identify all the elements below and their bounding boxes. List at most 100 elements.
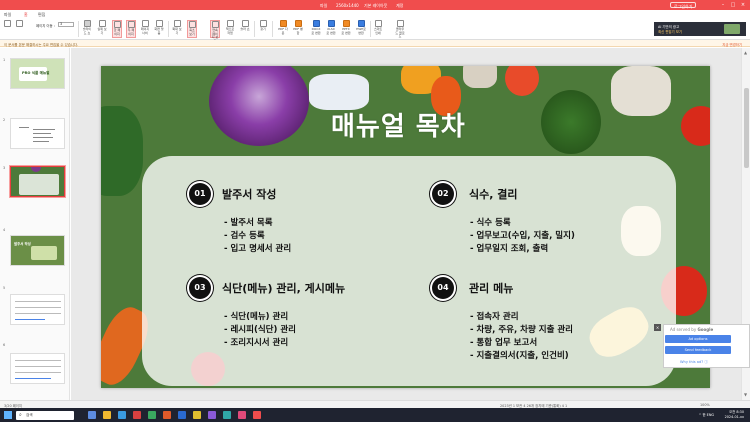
section-item: - 검수 등록: [224, 231, 265, 241]
close-icon[interactable]: ×: [740, 2, 746, 8]
pdf-merge-icon: [294, 20, 302, 27]
find-label: 찾기: [260, 27, 266, 31]
account-label[interactable]: 계정: [396, 3, 403, 9]
scroll-up-icon[interactable]: ▲: [744, 50, 747, 55]
hand-tool-button[interactable]: [2, 20, 12, 38]
hwp-convert-button[interactable]: HWP로 변환: [356, 20, 366, 38]
smart-print-button[interactable]: 스마트 인쇄: [373, 20, 383, 38]
xlsx-convert-button[interactable]: XLSX로 변환: [326, 20, 336, 38]
ribbon-separator: [78, 21, 79, 37]
windows-start-icon[interactable]: [4, 411, 12, 419]
system-tray[interactable]: ^ 한 ENG: [699, 412, 714, 417]
app-icon[interactable]: [208, 411, 216, 419]
zoom-in-button[interactable]: 확대 보기: [172, 20, 182, 38]
pdf-merge-button[interactable]: PDF 병합: [293, 20, 303, 38]
find-button[interactable]: 찾기: [258, 20, 268, 38]
slide-show-label: 슬라 쇼: [240, 27, 250, 31]
book-mode-button[interactable]: 책으로 작업: [225, 20, 235, 38]
slide-number: 6: [3, 343, 6, 347]
actual-size-button[interactable]: 실제 보기: [97, 20, 107, 38]
scroll-down-icon[interactable]: ▼: [744, 392, 747, 397]
slideshow-icon: [83, 20, 91, 27]
word-app-icon[interactable]: [178, 411, 186, 419]
cloud-upload-button[interactable]: 클라우드 업로드: [395, 20, 405, 38]
pptx-convert-button[interactable]: PPTX로 변환: [341, 20, 351, 38]
select-tool-button[interactable]: [14, 20, 24, 38]
thumb-line: [19, 127, 29, 128]
ribbon-separator: [254, 21, 255, 37]
thumb-card: [31, 246, 57, 260]
task-view-icon[interactable]: [88, 411, 96, 419]
app-icon[interactable]: [133, 411, 141, 419]
docx-convert-button[interactable]: DOCX로 변환: [311, 20, 321, 38]
edge-browser-icon[interactable]: [118, 411, 126, 419]
login-button[interactable]: 로그인하기: [670, 2, 697, 9]
pdf-download-label: PDF 다운: [278, 27, 288, 35]
zoom-out-button[interactable]: 축소 보기: [187, 20, 197, 38]
slideshow-button[interactable]: 슬라이드 쇼: [82, 20, 92, 38]
slide-number: 5: [3, 286, 6, 290]
file-explorer-icon[interactable]: [103, 411, 111, 419]
zoom-status[interactable]: 100%: [700, 403, 710, 407]
app-icon[interactable]: [238, 411, 246, 419]
thumb-line: [15, 372, 61, 373]
section-item: - 식단(메뉴) 관리: [224, 312, 289, 322]
section-heading: 식단(메뉴) 관리, 게시메뉴: [222, 282, 346, 295]
book-mode-label: 책으로 작업: [225, 27, 235, 35]
chrome-icon[interactable]: [148, 411, 156, 419]
section-number-badge: 03: [189, 277, 211, 299]
slide-thumbnail-5[interactable]: [10, 294, 65, 325]
pdf-app-icon[interactable]: [163, 411, 171, 419]
two-page-button[interactable]: 두 페이지: [126, 20, 136, 38]
notice-link[interactable]: 지금 변경하기: [722, 42, 742, 47]
slide-thumbnail-3[interactable]: [10, 166, 65, 197]
ad-served-brand: Google: [697, 327, 714, 332]
section-item: - 식수 등록: [470, 218, 511, 228]
kakao-icon[interactable]: [193, 411, 201, 419]
red-cabbage-image: [209, 66, 309, 146]
slide-thumbnail-6[interactable]: [10, 353, 65, 384]
taskbar-clock[interactable]: 오전 8:30 2024-01-xx: [725, 410, 744, 419]
scrollbar-thumb[interactable]: [744, 88, 749, 168]
ad-close-icon[interactable]: ×: [654, 324, 661, 331]
minimize-icon[interactable]: –: [720, 2, 726, 8]
thumb-line: [15, 360, 61, 361]
why-this-ad-link[interactable]: Why this ad? ⓘ: [680, 360, 708, 365]
single-page-button[interactable]: 한 페이지: [112, 20, 122, 38]
slide-thumbnail-4[interactable]: 발주서 작성: [10, 235, 65, 266]
pdf-download-button[interactable]: PDF 다운: [278, 20, 288, 38]
pdf-editor-icon[interactable]: [253, 411, 261, 419]
section-heading: 발주서 작성: [222, 188, 277, 201]
slide-thumbnail-panel: 1 PRO 식품 메뉴얼 2 3 4 발주서 작성 5 6: [0, 48, 70, 400]
printer-icon: [374, 20, 382, 27]
ad-served-prefix: Ad served by: [670, 327, 697, 332]
ribbon-separator: [272, 21, 273, 37]
page-width-button[interactable]: 페이지 너비: [140, 20, 150, 38]
layout-label[interactable]: 기본 레이아웃: [364, 3, 387, 9]
slide-thumbnail-1[interactable]: PRO 식품 메뉴얼: [10, 58, 65, 89]
garlic-image: [463, 66, 497, 88]
section-number-badge: 04: [432, 277, 454, 299]
current-slide[interactable]: 매뉴얼 목차 01 발주서 작성 - 발주서 목록 - 검수 등록 - 입고 명…: [101, 66, 710, 388]
slide-number: 1: [3, 58, 6, 62]
slide-number: 4: [3, 228, 6, 232]
page-number-input[interactable]: 3: [58, 22, 74, 27]
page-move-label: 페이지 이동 :: [36, 24, 55, 28]
ad-banner-line2: 최신 편집기 보기: [658, 30, 682, 34]
send-feedback-button[interactable]: Send feedback: [665, 346, 731, 354]
app-icon[interactable]: [223, 411, 231, 419]
section-item: - 지출결의서(지출, 인건비): [470, 351, 569, 361]
taskbar-search[interactable]: ⌕ 검색: [16, 410, 74, 420]
fit-screen-button[interactable]: 화면 맞춤: [154, 20, 164, 38]
editing-canvas[interactable]: 매뉴얼 목차 01 발주서 작성 - 발주서 목록 - 검수 등록 - 입고 명…: [71, 48, 741, 400]
slide-show-button[interactable]: 슬라 쇼: [240, 20, 250, 38]
slide-thumbnail-2[interactable]: [10, 118, 65, 149]
maximize-icon[interactable]: □: [730, 2, 736, 8]
section-item: - 통합 업무 보고서: [470, 338, 538, 348]
ad-banner[interactable]: AI 기반의 광고 최신 편집기 보기: [654, 22, 746, 36]
broccoli-image: [541, 90, 601, 154]
zoom-in-icon: [173, 20, 181, 27]
continuous-view-button[interactable]: 연속 페이지 보기: [210, 20, 220, 43]
title-file-label[interactable]: 파일: [320, 3, 327, 9]
ad-options-button[interactable]: Ad options: [665, 335, 731, 343]
